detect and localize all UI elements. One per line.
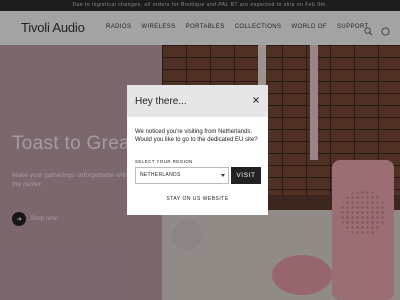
region-select-value: NETHERLANDS	[140, 172, 181, 178]
region-label: SELECT YOUR REGION	[135, 159, 193, 164]
stay-on-us-link[interactable]: STAY ON US WEBSITE	[127, 196, 268, 202]
close-icon[interactable]	[251, 95, 261, 105]
modal-header: Hey there...	[127, 85, 268, 117]
modal-title: Hey there...	[135, 96, 187, 107]
modal-message: We noticed you're visiting from Netherla…	[135, 129, 258, 143]
region-modal: Hey there... We noticed you're visiting …	[127, 85, 268, 215]
chevron-down-icon	[221, 174, 225, 177]
visit-button[interactable]: VISIT	[231, 167, 261, 184]
region-select[interactable]: NETHERLANDS	[135, 167, 229, 184]
